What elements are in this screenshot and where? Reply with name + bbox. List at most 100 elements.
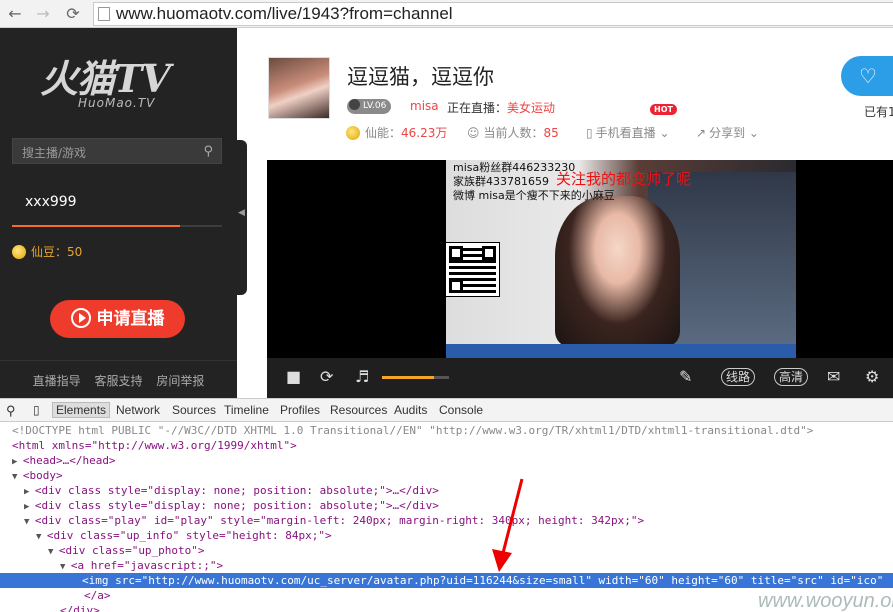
hot-badge: HOT [650,104,677,115]
tab-console[interactable]: Console [439,403,483,417]
anchor-avatar[interactable] [268,57,330,119]
tab-profiles[interactable]: Profiles [280,403,320,417]
stop-icon[interactable]: ■ [286,367,301,387]
tab-resources[interactable]: Resources [330,403,387,417]
link-support[interactable]: 客服支持 [94,374,142,388]
volume-icon[interactable]: ♬ [355,367,369,387]
users-icon: ☺ [467,126,480,140]
mobile-watch-label: 手机看直播 [595,126,656,140]
phone-icon: ▯ [586,126,593,140]
bean-icon [12,245,26,259]
quality-button[interactable]: 高清 [774,368,809,386]
sidebar-collapse-handle[interactable]: ◀ [237,140,247,295]
dom-line-selected[interactable]: <img src="http://www.huomaotv.com/uc_ser… [0,573,893,588]
dom-line[interactable]: ▼ <div class="play" id="play" style="mar… [24,513,644,528]
user-level-bar [12,225,222,227]
video-streamer [555,196,680,346]
watermark: www.wooyun.org [758,590,893,612]
tab-elements[interactable]: Elements [52,402,111,418]
search-placeholder: 搜主播/游戏 [22,146,87,160]
device-icon[interactable]: ▯ [33,403,40,417]
volume-slider[interactable] [382,376,449,379]
dom-line[interactable]: ▼ <a href="javascript:;"> [60,558,223,573]
link-live-guide[interactable]: 直播指导 [33,374,81,388]
viewers-label: 当前人数： [483,126,544,140]
site-logo[interactable]: 火猫TV HuoMao.TV [40,48,200,118]
route-button[interactable]: 线路 [721,368,756,386]
apply-live-label: 申请直播 [96,309,165,329]
dom-line[interactable]: <!DOCTYPE html PUBLIC "-//W3C//DTD XHTML… [12,423,813,438]
follow-button[interactable]: ♡ [841,56,893,96]
sidebar-links: 直播指导 客服支持 房间举报 [0,372,237,389]
forward-icon[interactable]: → [32,4,54,24]
sidebar: 火猫TV HuoMao.TV 搜主播/游戏 ⚲ xxx999 仙豆：50 申请直… [0,28,237,398]
dom-line[interactable]: ▼ <body> [12,468,63,483]
dom-line[interactable]: ▶ <div class style="display: none; posit… [24,498,439,513]
dom-text: <div class="up_photo"> [58,544,205,557]
reload-icon[interactable]: ⟳ [62,4,84,24]
dom-line[interactable]: ▼ <div class="up_photo"> [48,543,205,558]
live-status: 正在直播：美女运动 [447,99,555,116]
share-button[interactable]: ↗ 分享到 ⌄ [696,124,759,141]
dom-text: <body> [22,469,63,482]
followers-count: 已有1 [864,105,893,119]
viewers-value: 85 [543,126,559,140]
username[interactable]: xxx999 [25,194,77,210]
gear-icon[interactable]: ⚙ [865,367,879,387]
player-controls: ■ ⟳ ♬ ✎ 线路 高清 ✉ ⚙ [267,358,893,398]
video-overlay-red-text: 关注我的都变帅了呢 [556,170,692,188]
beans-balance: 仙豆：50 [12,243,82,260]
dom-text: <div class="play" id="play" style="margi… [34,514,645,527]
browser-toolbar: ← → ⟳ www.huomaotv.com/live/1943?from=ch… [0,0,893,28]
category-link[interactable]: 美女运动 [507,101,555,115]
dom-line[interactable]: ▶ <head>…</head> [12,453,116,468]
red-arrow-annotation [492,478,524,572]
dom-line[interactable]: </a> [84,588,111,603]
logo-text: 火猫TV [40,56,171,101]
viewers-stat: ☺ 当前人数：85 [467,124,559,141]
dom-line[interactable]: ▶ <div class style="display: none; posit… [24,483,439,498]
dom-line[interactable]: </div> [60,603,100,612]
share-label: 分享到 [709,126,746,140]
danmaku-edit-icon[interactable]: ✎ [679,367,692,387]
chat-bubble-icon[interactable]: ✉ [827,367,840,387]
mobile-watch-button[interactable]: ▯ 手机看直播 ⌄ [586,124,670,141]
url-text: www.huomaotv.com/live/1943?from=channel [116,4,453,23]
dom-text: <a href="javascript:;"> [70,559,224,572]
overlay-line: 微博 misa是个瘦不下来的小麻豆 [453,189,615,202]
play-circle-icon [70,308,91,328]
tab-network[interactable]: Network [116,403,160,417]
apply-live-button[interactable]: 申请直播 [50,300,185,338]
search-icon[interactable]: ⚲ [203,144,213,159]
heart-plus-icon: ♡ [859,64,877,88]
dom-text: <img src="http://www.huomaotv.com/uc_ser… [82,574,884,587]
chevron-left-icon: ◀ [238,208,245,218]
xianneng-value: 46.23万 [401,126,448,140]
chevron-down-icon: ⌄ [655,126,670,140]
tab-timeline[interactable]: Timeline [224,403,269,417]
tab-sources[interactable]: Sources [172,403,216,417]
refresh-icon[interactable]: ⟳ [320,367,333,387]
video-taskbar [446,344,796,358]
room-title: 逗逗猫，逗逗你 [347,65,494,89]
live-label: 正在直播： [447,101,508,115]
anchor-name[interactable]: misa [410,99,439,113]
back-icon[interactable]: ← [4,4,26,24]
divider [0,360,237,361]
inspect-icon[interactable]: ⚲ [6,403,16,419]
xianneng-stat: 仙能：46.23万 [346,124,447,141]
page-icon [98,7,110,21]
share-icon: ↗ [696,126,707,140]
dom-line[interactable]: ▼ <div class="up_info" style="height: 84… [36,528,332,543]
play-icon [349,99,360,110]
dom-line[interactable]: <html xmlns="http://www.w3.org/1999/xhtm… [12,438,297,453]
tab-audits[interactable]: Audits [394,403,427,417]
xianneng-icon [346,126,360,140]
address-bar[interactable]: www.huomaotv.com/live/1943?from=channel [93,2,893,26]
search-input[interactable]: 搜主播/游戏 ⚲ [12,138,222,164]
link-report-room[interactable]: 房间举报 [156,374,204,388]
dom-text: <div class="up_info" style="height: 84px… [46,529,332,542]
chevron-down-icon: ⌄ [745,126,759,140]
logo-subtext: HuoMao.TV [78,96,156,110]
dom-text: <div class style="display: none; positio… [34,499,439,512]
